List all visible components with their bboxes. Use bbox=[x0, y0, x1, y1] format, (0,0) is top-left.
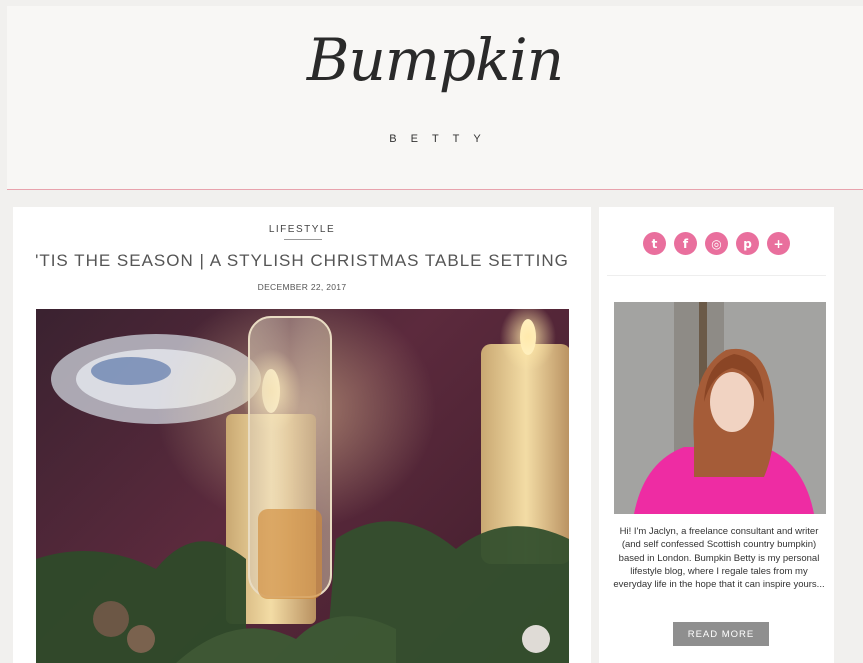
christmas-table-photo bbox=[36, 309, 569, 663]
sidebar: t f ◎ p + Hi! I'm Jaclyn, a freelance consul… bbox=[599, 207, 834, 663]
post-category[interactable]: LIFESTYLE bbox=[13, 224, 591, 235]
blog-post: LIFESTYLE 'TIS THE SEASON | A STYLISH CH… bbox=[13, 207, 591, 663]
author-photo bbox=[614, 302, 826, 514]
divider bbox=[607, 275, 826, 276]
site-logo[interactable]: Bumpkin bbox=[7, 26, 863, 94]
post-hero-image[interactable] bbox=[36, 309, 569, 663]
twitter-icon[interactable]: t bbox=[643, 232, 666, 255]
category-underline bbox=[284, 239, 322, 240]
post-date: DECEMBER 22, 2017 bbox=[257, 282, 347, 292]
instagram-icon[interactable]: ◎ bbox=[705, 232, 728, 255]
author-bio: Hi! I'm Jaclyn, a freelance consultant a… bbox=[613, 526, 825, 591]
plus-icon[interactable]: + bbox=[767, 232, 790, 255]
profile-photo[interactable] bbox=[614, 302, 826, 514]
pinterest-icon[interactable]: p bbox=[736, 232, 759, 255]
site-header: Bumpkin BETTY bbox=[7, 6, 863, 190]
post-title[interactable]: 'TIS THE SEASON | A STYLISH CHRISTMAS TA… bbox=[13, 251, 591, 271]
site-logo-subtitle[interactable]: BETTY bbox=[7, 133, 863, 145]
social-links: t f ◎ p + bbox=[599, 232, 834, 255]
read-more-button[interactable]: READ MORE bbox=[673, 622, 769, 646]
facebook-icon[interactable]: f bbox=[674, 232, 697, 255]
